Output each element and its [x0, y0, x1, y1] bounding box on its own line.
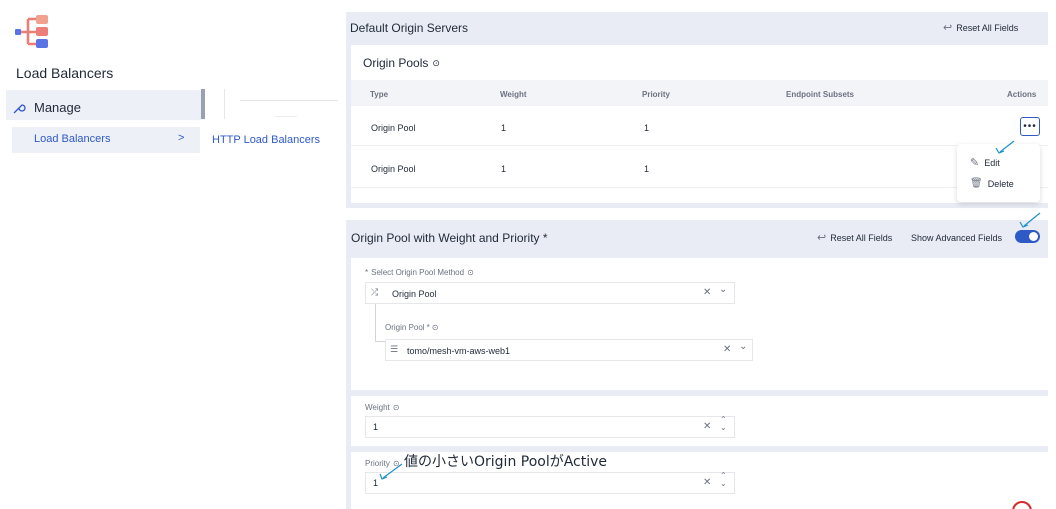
priority-field-label: Priority ⊙ [365, 459, 400, 468]
undo-icon: ↩ [817, 232, 827, 244]
trash-icon: 🗑 [970, 178, 983, 189]
table-row [351, 148, 1048, 188]
table-header [351, 80, 1048, 106]
cell-priority: 1 [644, 164, 650, 174]
column-header-type: Type [370, 90, 389, 99]
column-header-endpoint-subsets: Endpoint Subsets [786, 90, 854, 99]
method-select-value: Origin Pool [392, 289, 437, 299]
wrench-icon [13, 103, 26, 113]
cell-priority: 1 [644, 123, 650, 133]
reset-all-fields-button[interactable]: ↩ Reset All Fields [817, 231, 892, 244]
undo-icon: ↩ [943, 22, 953, 34]
section-title: Origin Pool with Weight and Priority * [351, 231, 548, 245]
cell-type: Origin Pool [371, 164, 416, 174]
cell-weight: 1 [501, 164, 507, 174]
help-icon: ⊙ [392, 403, 400, 412]
help-icon: ⊙ [432, 57, 440, 68]
help-icon: ⊙ [392, 459, 400, 468]
list-icon: ☰ [390, 344, 399, 354]
menu-item-edit[interactable]: ✎ Edit [970, 156, 1000, 169]
stepper-icon[interactable]: ⌃ ⌄ [720, 472, 727, 488]
clear-icon[interactable]: ✕ [703, 287, 711, 298]
weight-input-value: 1 [373, 422, 379, 432]
weight-field-label: Weight ⊙ [365, 403, 400, 412]
help-icon: ⊙ [431, 323, 439, 332]
priority-input[interactable] [365, 472, 735, 494]
stepper-icon[interactable]: ⌃ ⌄ [720, 416, 727, 432]
help-icon: ⊙ [467, 268, 474, 277]
origin-pool-field-label: Origin Pool * ⊙ [385, 323, 439, 332]
pencil-icon: ✎ [970, 157, 980, 169]
nav-divider [201, 89, 205, 119]
cell-type: Origin Pool [371, 123, 416, 133]
cell-weight: 1 [501, 123, 507, 133]
section-title: Default Origin Servers [350, 21, 469, 35]
chevron-down-icon[interactable]: ⌄ [739, 341, 747, 352]
submenu-item-http-load-balancers[interactable]: HTTP Load Balancers [212, 134, 320, 146]
column-header-actions: Actions [1007, 90, 1037, 99]
weight-input[interactable] [365, 416, 735, 438]
divider [240, 100, 338, 101]
clear-icon[interactable]: ✕ [723, 344, 731, 355]
submenu-panel [224, 89, 338, 119]
show-advanced-fields-toggle[interactable] [1015, 230, 1040, 243]
row-actions-button[interactable]: ••• [1020, 117, 1040, 136]
row-actions-menu [957, 144, 1040, 202]
sidebar-item-manage[interactable]: Manage [12, 100, 81, 115]
table-row [351, 106, 1048, 146]
menu-item-delete[interactable]: 🗑 Delete [970, 178, 1014, 189]
clear-icon[interactable]: ✕ [703, 477, 711, 488]
show-advanced-fields-label: Show Advanced Fields [911, 233, 1003, 243]
chevron-right-icon: > [178, 132, 185, 144]
sidebar-item-manage-label: Manage [34, 100, 81, 115]
sidebar-item-load-balancers-label[interactable]: Load Balancers [34, 133, 110, 145]
priority-input-value: 1 [373, 478, 379, 488]
shuffle-icon: ⤮ [371, 287, 379, 297]
chevron-down-icon[interactable]: ⌄ [719, 284, 727, 295]
reset-all-fields-button[interactable]: ↩ Reset All Fields [943, 21, 1018, 34]
origin-pool-select-value: tomo/mesh-vm-aws-web1 [407, 346, 511, 356]
origin-pool-method-card [351, 258, 1048, 390]
column-header-weight: Weight [500, 90, 527, 99]
origin-pools-title: Origin Pools ⊙ [363, 56, 440, 70]
annotation-callout: 値の小さいOrigin PoolがActive [404, 454, 608, 470]
divider [275, 116, 297, 117]
column-header-priority: Priority [642, 90, 671, 99]
clear-icon[interactable]: ✕ [703, 421, 711, 432]
method-field-label: * Select Origin Pool Method ⊙ [365, 268, 474, 277]
page-title: Load Balancers [16, 65, 114, 81]
load-balancer-logo-icon [15, 15, 48, 48]
tree-connector [375, 304, 385, 342]
